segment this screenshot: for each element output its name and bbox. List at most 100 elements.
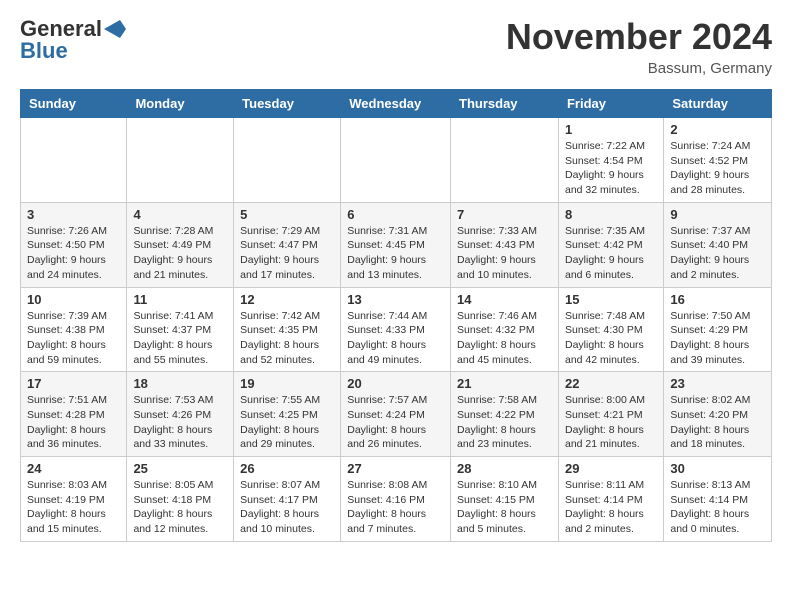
calendar-cell: 12 Sunrise: 7:42 AM Sunset: 4:35 PM Dayli… [234, 287, 341, 372]
header-saturday: Saturday [664, 90, 772, 118]
day-number: 28 [457, 461, 552, 476]
calendar-cell: 23Sunrise: 8:02 AM Sunset: 4:20 PM Dayli… [664, 372, 772, 457]
calendar-cell [21, 118, 127, 203]
calendar-week-4: 24 Sunrise: 8:03 AM Sunset: 4:19 PM Dayli… [21, 457, 772, 542]
calendar-cell: 26 Sunrise: 8:07 AM Sunset: 4:17 PM Dayli… [234, 457, 341, 542]
header-wednesday: Wednesday [341, 90, 451, 118]
calendar-body: 1 Sunrise: 7:22 AM Sunset: 4:54 PM Daylig… [21, 118, 772, 542]
logo-blue: Blue [20, 38, 68, 64]
calendar-cell: 25 Sunrise: 8:05 AM Sunset: 4:18 PM Dayli… [127, 457, 234, 542]
day-info: Sunrise: 7:37 AM Sunset: 4:40 PM Dayligh… [670, 224, 765, 283]
header-sunday: Sunday [21, 90, 127, 118]
calendar-cell: 30 Sunrise: 8:13 AM Sunset: 4:14 PM Dayli… [664, 457, 772, 542]
calendar-cell: 8 Sunrise: 7:35 AM Sunset: 4:42 PM Daylig… [558, 202, 663, 287]
day-info: Sunrise: 7:26 AM Sunset: 4:50 PM Dayligh… [27, 224, 120, 283]
calendar-cell: 19 Sunrise: 7:55 AM Sunset: 4:25 PM Dayli… [234, 372, 341, 457]
day-number: 4 [133, 207, 227, 222]
day-number: 25 [133, 461, 227, 476]
header-friday: Friday [558, 90, 663, 118]
calendar-cell: 17 Sunrise: 7:51 AM Sunset: 4:28 PM Dayli… [21, 372, 127, 457]
day-number: 9 [670, 207, 765, 222]
logo: General Blue [20, 16, 126, 64]
day-info: Sunrise: 8:08 AM Sunset: 4:16 PM Dayligh… [347, 478, 444, 537]
day-info: Sunrise: 7:28 AM Sunset: 4:49 PM Dayligh… [133, 224, 227, 283]
calendar-cell: 28 Sunrise: 8:10 AM Sunset: 4:15 PM Dayli… [451, 457, 559, 542]
header: General Blue November 2024 Bassum, Germa… [20, 16, 772, 77]
calendar-cell: 29 Sunrise: 8:11 AM Sunset: 4:14 PM Dayli… [558, 457, 663, 542]
weekday-header-row: Sunday Monday Tuesday Wednesday Thursday… [21, 90, 772, 118]
calendar-cell [127, 118, 234, 203]
day-number: 12 [240, 292, 334, 307]
calendar-cell: 2 Sunrise: 7:24 AM Sunset: 4:52 PM Daylig… [664, 118, 772, 203]
calendar-cell: 15Sunrise: 7:48 AM Sunset: 4:30 PM Dayli… [558, 287, 663, 372]
logo-bird-icon [104, 20, 126, 38]
calendar-cell [451, 118, 559, 203]
day-info: Sunrise: 7:44 AM Sunset: 4:33 PM Dayligh… [347, 309, 444, 368]
day-info: Sunrise: 8:10 AM Sunset: 4:15 PM Dayligh… [457, 478, 552, 537]
day-info: Sunrise: 7:57 AM Sunset: 4:24 PM Dayligh… [347, 393, 444, 452]
day-info: Sunrise: 7:53 AM Sunset: 4:26 PM Dayligh… [133, 393, 227, 452]
day-info: Sunrise: 8:13 AM Sunset: 4:14 PM Dayligh… [670, 478, 765, 537]
day-info: Sunrise: 7:55 AM Sunset: 4:25 PM Dayligh… [240, 393, 334, 452]
day-info: Sunrise: 7:42 AM Sunset: 4:35 PM Dayligh… [240, 309, 334, 368]
day-number: 2 [670, 122, 765, 137]
calendar-cell: 21Sunrise: 7:58 AM Sunset: 4:22 PM Dayli… [451, 372, 559, 457]
day-info: Sunrise: 7:22 AM Sunset: 4:54 PM Dayligh… [565, 139, 657, 198]
day-info: Sunrise: 8:03 AM Sunset: 4:19 PM Dayligh… [27, 478, 120, 537]
day-number: 20 [347, 376, 444, 391]
calendar-cell: 7Sunrise: 7:33 AM Sunset: 4:43 PM Daylig… [451, 202, 559, 287]
day-info: Sunrise: 7:58 AM Sunset: 4:22 PM Dayligh… [457, 393, 552, 452]
day-info: Sunrise: 7:29 AM Sunset: 4:47 PM Dayligh… [240, 224, 334, 283]
day-number: 8 [565, 207, 657, 222]
calendar-cell: 16 Sunrise: 7:50 AM Sunset: 4:29 PM Dayli… [664, 287, 772, 372]
day-info: Sunrise: 7:41 AM Sunset: 4:37 PM Dayligh… [133, 309, 227, 368]
day-info: Sunrise: 7:31 AM Sunset: 4:45 PM Dayligh… [347, 224, 444, 283]
header-tuesday: Tuesday [234, 90, 341, 118]
day-number: 1 [565, 122, 657, 137]
day-number: 11 [133, 292, 227, 307]
day-info: Sunrise: 8:05 AM Sunset: 4:18 PM Dayligh… [133, 478, 227, 537]
day-info: Sunrise: 8:07 AM Sunset: 4:17 PM Dayligh… [240, 478, 334, 537]
day-info: Sunrise: 7:24 AM Sunset: 4:52 PM Dayligh… [670, 139, 765, 198]
day-info: Sunrise: 7:33 AM Sunset: 4:43 PM Dayligh… [457, 224, 552, 283]
day-info: Sunrise: 7:39 AM Sunset: 4:38 PM Dayligh… [27, 309, 120, 368]
title-area: November 2024 Bassum, Germany [506, 16, 772, 77]
calendar-week-3: 17 Sunrise: 7:51 AM Sunset: 4:28 PM Dayli… [21, 372, 772, 457]
calendar-cell [234, 118, 341, 203]
day-number: 17 [27, 376, 120, 391]
calendar-cell: 10 Sunrise: 7:39 AM Sunset: 4:38 PM Dayli… [21, 287, 127, 372]
day-number: 29 [565, 461, 657, 476]
day-number: 3 [27, 207, 120, 222]
day-number: 30 [670, 461, 765, 476]
day-number: 19 [240, 376, 334, 391]
calendar-cell: 27 Sunrise: 8:08 AM Sunset: 4:16 PM Dayli… [341, 457, 451, 542]
header-monday: Monday [127, 90, 234, 118]
day-info: Sunrise: 7:50 AM Sunset: 4:29 PM Dayligh… [670, 309, 765, 368]
calendar-week-0: 1 Sunrise: 7:22 AM Sunset: 4:54 PM Daylig… [21, 118, 772, 203]
calendar-cell: 20 Sunrise: 7:57 AM Sunset: 4:24 PM Dayli… [341, 372, 451, 457]
day-number: 13 [347, 292, 444, 307]
calendar-cell: 3 Sunrise: 7:26 AM Sunset: 4:50 PM Daylig… [21, 202, 127, 287]
day-number: 22 [565, 376, 657, 391]
calendar-cell: 6Sunrise: 7:31 AM Sunset: 4:45 PM Daylig… [341, 202, 451, 287]
day-info: Sunrise: 7:35 AM Sunset: 4:42 PM Dayligh… [565, 224, 657, 283]
header-thursday: Thursday [451, 90, 559, 118]
day-number: 24 [27, 461, 120, 476]
day-info: Sunrise: 7:51 AM Sunset: 4:28 PM Dayligh… [27, 393, 120, 452]
calendar-cell: 13 Sunrise: 7:44 AM Sunset: 4:33 PM Dayli… [341, 287, 451, 372]
calendar-table: Sunday Monday Tuesday Wednesday Thursday… [20, 89, 772, 542]
day-number: 16 [670, 292, 765, 307]
day-number: 10 [27, 292, 120, 307]
day-number: 5 [240, 207, 334, 222]
day-info: Sunrise: 8:00 AM Sunset: 4:21 PM Dayligh… [565, 393, 657, 452]
day-number: 23 [670, 376, 765, 391]
day-info: Sunrise: 8:11 AM Sunset: 4:14 PM Dayligh… [565, 478, 657, 537]
day-number: 14 [457, 292, 552, 307]
day-number: 26 [240, 461, 334, 476]
month-title: November 2024 [506, 16, 772, 58]
day-number: 27 [347, 461, 444, 476]
calendar-cell [341, 118, 451, 203]
calendar-week-1: 3 Sunrise: 7:26 AM Sunset: 4:50 PM Daylig… [21, 202, 772, 287]
calendar-cell: 5 Sunrise: 7:29 AM Sunset: 4:47 PM Daylig… [234, 202, 341, 287]
calendar-week-2: 10 Sunrise: 7:39 AM Sunset: 4:38 PM Dayli… [21, 287, 772, 372]
